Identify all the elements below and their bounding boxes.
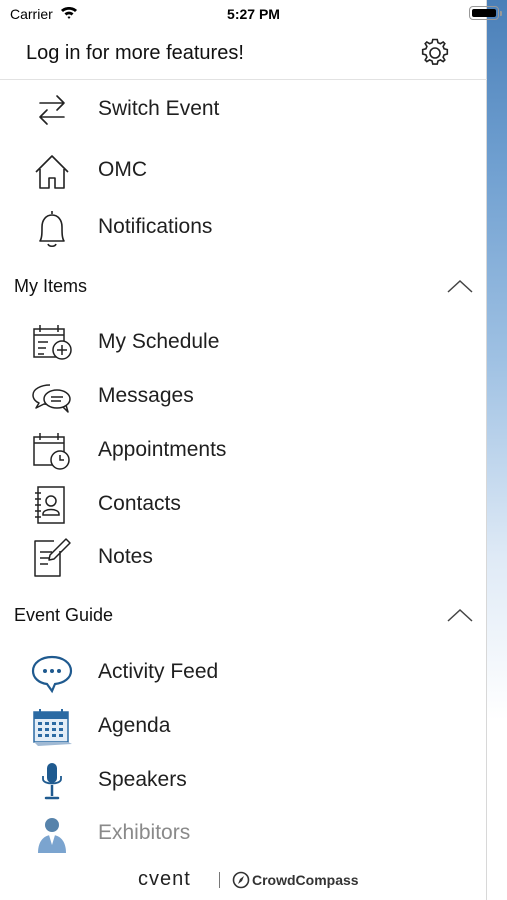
gear-icon[interactable] [418,36,452,70]
crowdcompass-logo-icon [232,871,250,889]
home-icon [35,155,69,189]
footer-branding: cvent CrowdCompass [0,866,487,896]
section-header-event-guide[interactable]: Event Guide [0,595,487,635]
menu-item-speakers[interactable]: Speakers [0,756,487,806]
calendar-clock-icon [33,433,70,470]
menu-item-omc[interactable]: OMC [0,146,487,196]
section-header-my-items[interactable]: My Items [0,266,487,306]
login-prompt[interactable]: Log in for more features! [26,42,244,65]
menu-item-activity-feed[interactable]: Activity Feed [0,648,487,698]
bell-icon [39,211,65,248]
menu-item-label: Activity Feed [98,660,219,683]
section-title: My Items [14,276,88,296]
menu-item-notifications[interactable]: Notifications [0,203,487,253]
drawer-header: Log in for more features! [0,30,487,80]
menu-item-label: Switch Event [98,97,220,120]
menu-item-label: Appointments [98,438,227,461]
status-bar: Carrier 5:27 PM [0,0,507,30]
agenda-calendar-icon [33,709,72,746]
microphone-icon [42,763,62,800]
menu-item-label: My Schedule [98,330,220,353]
chevron-up-icon[interactable] [446,607,474,623]
background-edge [487,0,507,900]
menu-item-label: Agenda [98,714,171,737]
section-title: Event Guide [14,605,114,625]
menu-item-label: Notes [98,545,153,568]
menu-item-exhibitors[interactable]: Exhibitors [0,809,487,859]
menu-item-label: Contacts [98,492,181,515]
contacts-book-icon [35,486,65,524]
menu-item-label: Messages [98,384,194,407]
side-drawer: Log in for more features! Switch Event O… [0,0,487,900]
menu-item-my-schedule[interactable]: My Schedule [0,318,487,368]
menu-item-label: Notifications [98,215,213,238]
switch-icon [39,95,65,125]
menu-item-label: Speakers [98,768,187,791]
cvent-logo: cvent [138,868,191,890]
note-pencil-icon [34,538,71,577]
person-icon [38,818,66,853]
chevron-up-icon[interactable] [446,278,474,294]
menu-item-notes[interactable]: Notes [0,533,487,583]
status-time: 5:27 PM [227,6,280,22]
menu-item-appointments[interactable]: Appointments [0,426,487,476]
footer-divider [219,872,220,888]
menu-item-label: OMC [98,158,147,181]
battery-icon [469,6,502,20]
chat-bubbles-icon [32,384,71,413]
menu-item-label: Exhibitors [98,821,191,844]
menu-item-switch-event[interactable]: Switch Event [0,85,487,135]
speech-bubble-icon [31,655,73,694]
menu-item-agenda[interactable]: Agenda [0,702,487,752]
crowdcompass-logo-text: CrowdCompass [252,872,359,888]
menu-item-messages[interactable]: Messages [0,372,487,422]
calendar-add-icon [33,325,72,360]
menu-item-contacts[interactable]: Contacts [0,480,487,530]
